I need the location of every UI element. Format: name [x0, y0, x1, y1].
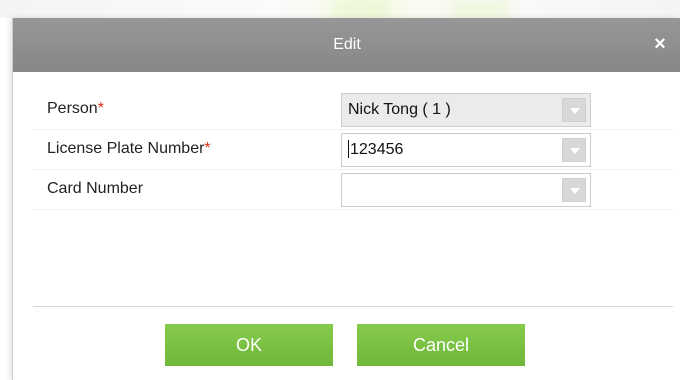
form-row-person: Person* Nick Tong ( 1 ): [33, 90, 673, 130]
cancel-button[interactable]: Cancel: [357, 324, 525, 366]
chevron-down-icon: [570, 148, 580, 154]
person-dropdown-button[interactable]: [562, 98, 586, 122]
required-mark: *: [204, 140, 211, 157]
chevron-down-icon: [570, 188, 580, 194]
person-select-value: Nick Tong ( 1 ): [348, 101, 451, 118]
form-row-card-number: Card Number: [33, 170, 673, 210]
close-icon[interactable]: ×: [648, 32, 672, 56]
edit-dialog: Edit × Person* Nick Tong ( 1 ) License P…: [12, 18, 680, 380]
form-row-license-plate: License Plate Number* 123456: [33, 130, 673, 170]
footer-divider: [33, 306, 673, 307]
person-label: Person*: [47, 100, 104, 117]
card-number-input[interactable]: [341, 173, 591, 207]
background-blob: [330, 0, 390, 18]
license-plate-label: License Plate Number*: [47, 140, 211, 157]
chevron-down-icon: [570, 108, 580, 114]
ok-button[interactable]: OK: [165, 324, 333, 366]
license-plate-value: 123456: [348, 139, 404, 158]
card-number-label: Card Number: [47, 180, 144, 197]
text-caret: [348, 139, 349, 158]
background-strip: [0, 0, 680, 18]
card-number-dropdown-button[interactable]: [562, 178, 586, 202]
required-mark: *: [97, 100, 104, 117]
dialog-title: Edit: [333, 36, 361, 53]
person-select[interactable]: Nick Tong ( 1 ): [341, 93, 591, 127]
license-plate-dropdown-button[interactable]: [562, 138, 586, 162]
license-plate-input[interactable]: 123456: [341, 133, 591, 167]
background-blob: [450, 0, 510, 18]
